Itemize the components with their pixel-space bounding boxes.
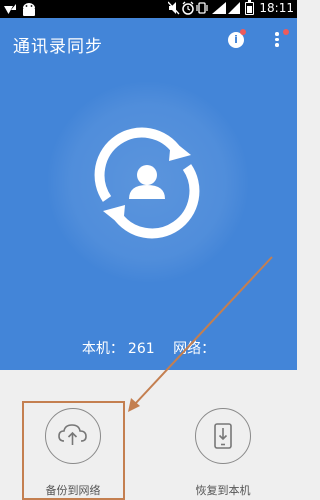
- annotation-highlight-box: [22, 401, 125, 500]
- restore-icon-circle: [195, 408, 251, 464]
- restore-to-local-button[interactable]: 恢复到本机: [163, 408, 283, 498]
- contact-person-icon: [129, 165, 165, 199]
- status-time: 18:11: [259, 1, 294, 15]
- notification-dot: [283, 29, 289, 35]
- phone-download-icon: [213, 422, 232, 449]
- restore-label: 恢复到本机: [195, 484, 251, 497]
- vibrate-icon: [196, 2, 209, 14]
- info-icon: i: [234, 33, 238, 46]
- battery-icon: [245, 0, 255, 15]
- alarm-icon: [182, 1, 195, 15]
- android-icon: [23, 3, 35, 16]
- more-vertical-icon: [275, 32, 279, 36]
- notification-dot: [240, 29, 246, 35]
- status-bar: 18:11: [0, 0, 297, 18]
- contact-sync-icon: [94, 127, 200, 239]
- contact-counts: 本机： 261 网络：: [0, 338, 297, 358]
- wifi-signal-icon: [4, 4, 16, 14]
- local-count-label: 本机：: [81, 341, 124, 357]
- signal-icon: [228, 2, 241, 14]
- page-title: 通讯录同步: [13, 37, 103, 57]
- signal-icon: [212, 2, 227, 14]
- more-menu-button[interactable]: [270, 30, 284, 50]
- network-count-label: 网络：: [173, 341, 216, 357]
- local-count-value: 261: [127, 341, 155, 357]
- sync-hero: 通讯录同步 i 本机： 261 网络：: [0, 18, 297, 370]
- status-right-icons: 18:11: [168, 0, 294, 15]
- mute-icon: [168, 1, 180, 15]
